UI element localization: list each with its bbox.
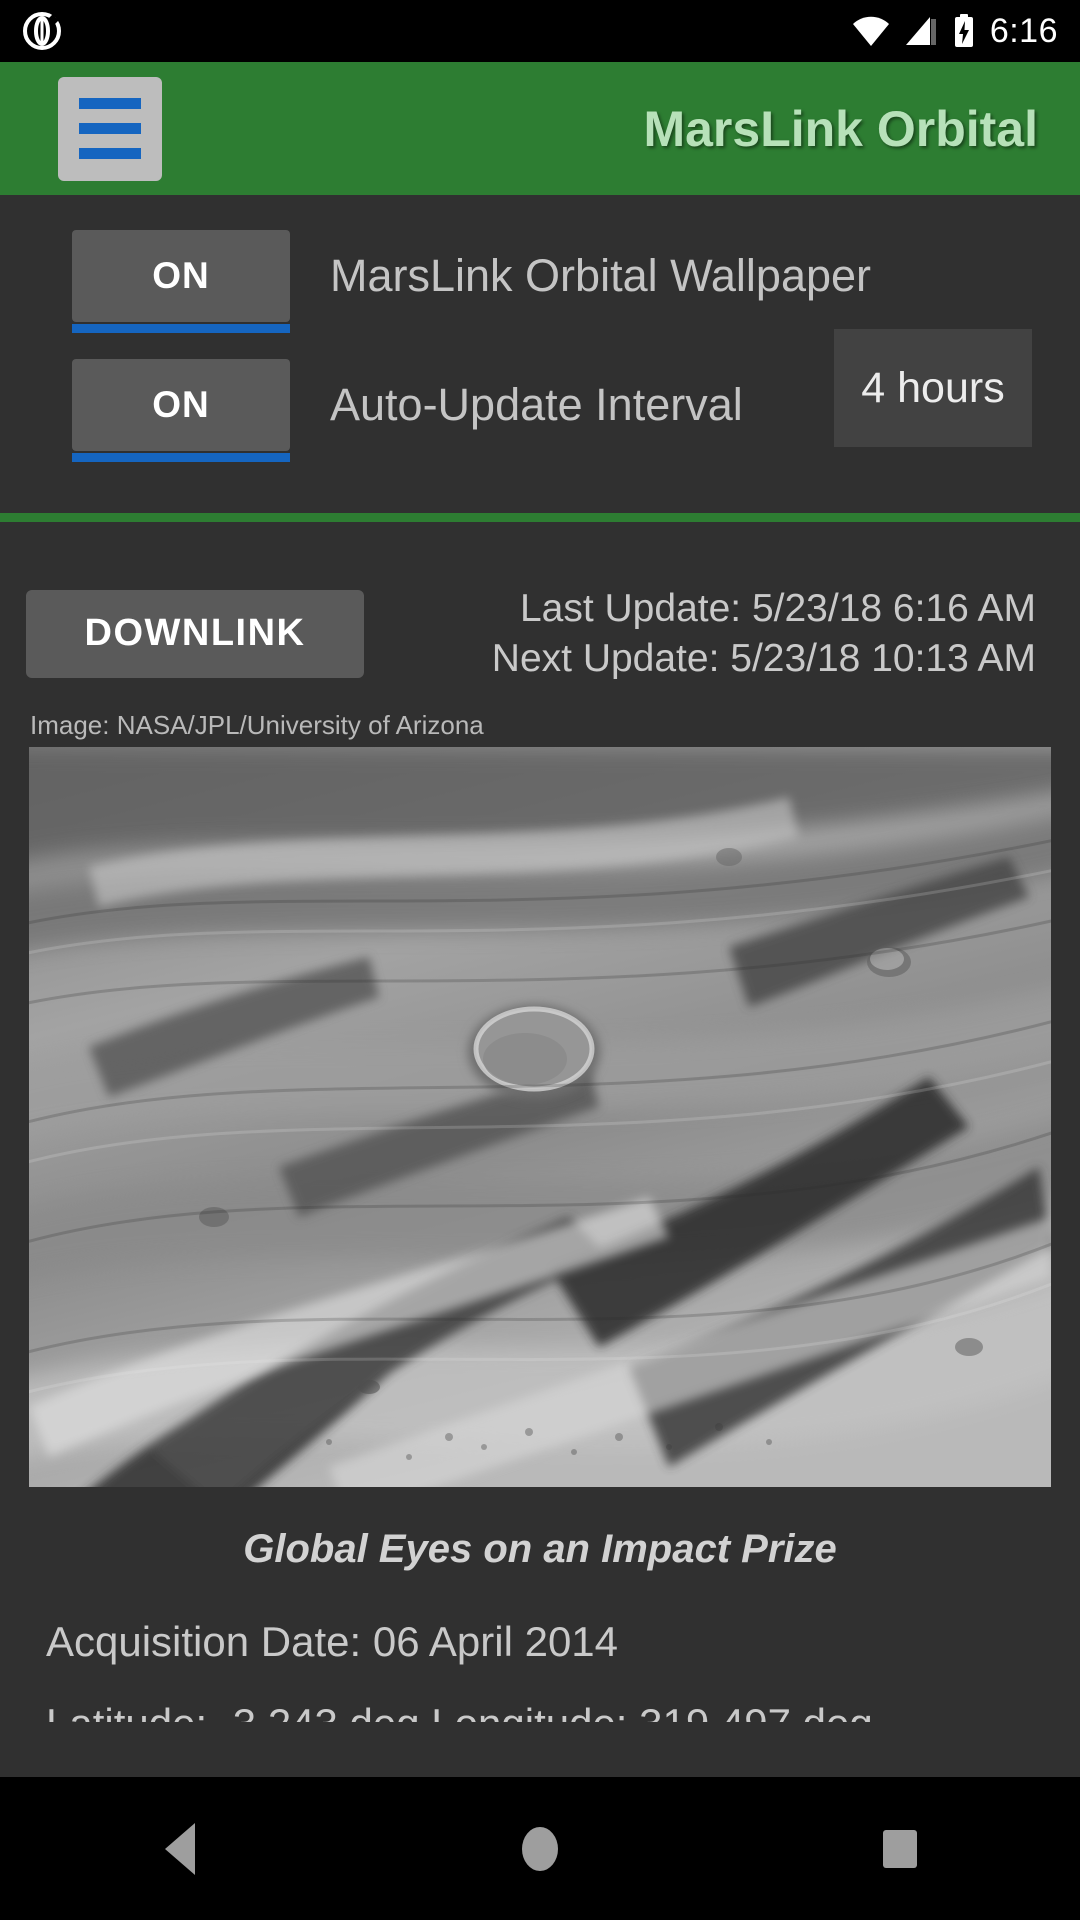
recents-button[interactable] xyxy=(830,1777,970,1920)
interval-dropdown[interactable]: 4 hours xyxy=(834,329,1032,447)
home-circle-icon xyxy=(522,1826,558,1871)
app-bar: MarsLink Orbital xyxy=(0,62,1080,195)
update-bar: DOWNLINK Last Update: 5/23/18 6:16 AM Ne… xyxy=(0,522,1080,684)
menu-line xyxy=(79,98,141,109)
setting-row-wallpaper: ON MarsLink Orbital Wallpaper xyxy=(0,195,1080,335)
app-title: MarsLink Orbital xyxy=(643,100,1038,157)
mars-terrain-graphic xyxy=(29,746,1051,1487)
autoupdate-toggle[interactable]: ON xyxy=(72,359,290,462)
setting-row-autoupdate: ON Auto-Update Interval 4 hours xyxy=(0,329,1080,475)
coordinates-line: Latitude: -3.243 deg Longitude: 319.497 … xyxy=(46,1700,1080,1722)
notification-icon xyxy=(23,12,61,50)
settings-panel: ON MarsLink Orbital Wallpaper ON Auto-Up… xyxy=(0,195,1080,517)
recents-square-icon xyxy=(883,1829,917,1868)
status-bar: 6:16 xyxy=(0,0,1080,62)
back-button[interactable] xyxy=(110,1777,250,1920)
menu-line xyxy=(79,148,141,159)
menu-line xyxy=(79,123,141,134)
autoupdate-label: Auto-Update Interval xyxy=(330,379,743,430)
home-button[interactable] xyxy=(470,1777,610,1920)
update-status: Last Update: 5/23/18 6:16 AM Next Update… xyxy=(388,584,1080,684)
wallpaper-label: MarsLink Orbital Wallpaper xyxy=(330,250,872,301)
section-divider xyxy=(0,513,1080,522)
next-update-text: Next Update: 5/23/18 10:13 AM xyxy=(491,636,1036,680)
system-navigation-bar xyxy=(0,1777,1080,1920)
back-triangle-icon xyxy=(165,1822,195,1875)
image-credit: Image: NASA/JPL/University of Arizona xyxy=(30,709,484,740)
acquisition-date: Acquisition Date: 06 April 2014 xyxy=(46,1617,619,1665)
wifi-icon xyxy=(852,16,889,46)
downlink-button[interactable]: DOWNLINK xyxy=(26,589,364,678)
content-area: DOWNLINK Last Update: 5/23/18 6:16 AM Ne… xyxy=(0,522,1080,1777)
phone-screen: 6:16 MarsLink Orbital ON MarsLink Orbita… xyxy=(0,0,1080,1920)
status-bar-right: 6:16 xyxy=(852,12,1058,51)
battery-charging-icon xyxy=(954,14,973,47)
last-update-text: Last Update: 5/23/18 6:16 AM xyxy=(519,587,1036,630)
wallpaper-toggle[interactable]: ON xyxy=(72,230,290,333)
status-bar-clock: 6:16 xyxy=(989,11,1058,50)
hamburger-menu-icon[interactable] xyxy=(58,76,162,181)
image-title: Global Eyes on an Impact Prize xyxy=(243,1526,837,1571)
status-bar-left xyxy=(22,11,62,51)
mars-surface-image[interactable] xyxy=(29,746,1051,1487)
cell-signal-icon xyxy=(905,17,936,45)
